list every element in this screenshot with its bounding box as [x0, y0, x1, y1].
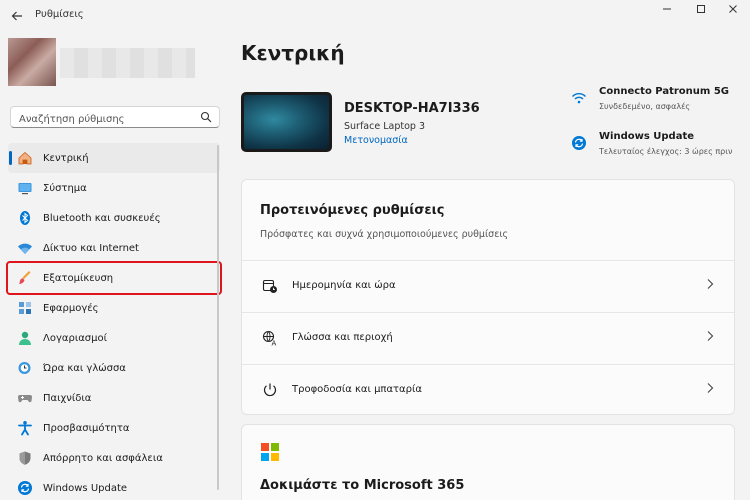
chevron-right-icon — [706, 382, 714, 397]
accessibility-icon — [17, 420, 33, 436]
setting-row-label: Ημερομηνία και ώρα — [292, 280, 396, 291]
sidebar-item-label: Windows Update — [43, 482, 128, 494]
microsoft-logo-icon — [261, 443, 279, 461]
network-name: Connecto Patronum 5G — [599, 86, 729, 97]
update-icon — [17, 480, 33, 496]
avatar[interactable] — [8, 38, 56, 86]
setting-row-date-time[interactable]: Ημερομηνία και ώρα — [242, 260, 734, 312]
sidebar-scrollbar[interactable] — [217, 145, 219, 490]
sidebar-item-accounts[interactable]: Λογαριασμοί — [8, 323, 220, 353]
wifi-icon — [571, 93, 587, 104]
device-model: Surface Laptop 3 — [344, 121, 425, 132]
close-icon — [729, 5, 737, 13]
bluetooth-icon — [17, 210, 33, 226]
sidebar-item-apps[interactable]: Εφαρμογές — [8, 293, 220, 323]
sidebar-item-label: Κεντρική — [43, 152, 89, 164]
sidebar-nav: Κεντρική Σύστημα Bluetooth και συσκευές … — [6, 143, 222, 500]
power-icon — [263, 383, 277, 397]
setting-row-label: Γλώσσα και περιοχή — [292, 332, 393, 343]
update-icon — [572, 136, 586, 150]
chevron-right-icon — [706, 278, 714, 293]
sidebar-item-system[interactable]: Σύστημα — [8, 173, 220, 203]
recommended-settings-card: Προτεινόμενες ρυθμίσεις Πρόσφατες και συ… — [241, 179, 735, 415]
app-title: Ρυθμίσεις — [35, 9, 84, 20]
maximize-icon — [697, 5, 705, 13]
update-last-checked: Τελευταίος έλεγχος: 3 ώρες πριν — [599, 147, 733, 156]
calendar-clock-icon — [262, 279, 277, 293]
rename-link[interactable]: Μετονομασία — [344, 135, 408, 146]
apps-icon — [17, 300, 33, 316]
minimize-button[interactable] — [650, 2, 684, 16]
card-title: Προτεινόμενες ρυθμίσεις — [260, 203, 445, 218]
network-status-text: Συνδεδεμένο, ασφαλές — [599, 102, 691, 111]
sidebar-item-label: Απόρρητο και ασφάλεια — [43, 452, 163, 464]
svg-text:A: A — [272, 340, 277, 347]
sidebar-item-label: Προσβασιμότητα — [43, 422, 130, 434]
globe-clock-icon — [17, 360, 33, 376]
title-bar: Ρυθμίσεις — [0, 0, 750, 32]
sidebar-item-privacy[interactable]: Απόρρητο και ασφάλεια — [8, 443, 220, 473]
device-wallpaper-thumbnail — [241, 92, 332, 152]
card-title: Δοκιμάστε το Microsoft 365 — [260, 478, 465, 493]
shield-icon — [17, 450, 33, 466]
monitor-icon — [17, 180, 33, 196]
maximize-button[interactable] — [684, 2, 718, 16]
sidebar-item-accessibility[interactable]: Προσβασιμότητα — [8, 413, 220, 443]
wifi-icon — [17, 240, 33, 256]
sidebar-item-network[interactable]: Δίκτυο και Internet — [8, 233, 220, 263]
sidebar-item-time-language[interactable]: Ώρα και γλώσσα — [8, 353, 220, 383]
sidebar-item-label: Εφαρμογές — [43, 302, 99, 314]
sidebar-item-label: Παιχνίδια — [43, 392, 92, 404]
page-title: Κεντρική — [241, 41, 345, 65]
account-info-blurred — [60, 48, 195, 78]
active-indicator — [9, 151, 12, 165]
sidebar-item-windows-update[interactable]: Windows Update — [8, 473, 220, 500]
card-subtitle: Πρόσφατες και συχνά χρησιμοποιούμενες ρυ… — [260, 229, 509, 240]
brush-icon — [17, 270, 33, 286]
setting-row-power-battery[interactable]: Τροφοδοσία και μπαταρία — [242, 364, 734, 416]
search-box[interactable] — [10, 106, 220, 130]
person-icon — [17, 330, 33, 346]
back-arrow-icon — [11, 11, 22, 21]
sidebar-item-label: Bluetooth και συσκευές — [43, 212, 161, 224]
sidebar-item-label: Λογαριασμοί — [43, 332, 107, 344]
sidebar-item-personalization[interactable]: Εξατομίκευση — [6, 261, 222, 295]
setting-row-language-region[interactable]: A Γλώσσα και περιοχή — [242, 312, 734, 364]
device-name: DESKTOP-HA7I336 — [344, 101, 480, 116]
close-button[interactable] — [716, 2, 750, 16]
minimize-icon — [663, 8, 671, 10]
search-icon[interactable] — [200, 111, 212, 123]
sidebar-item-bluetooth[interactable]: Bluetooth και συσκευές — [8, 203, 220, 233]
update-title: Windows Update — [599, 131, 695, 142]
sidebar-item-home[interactable]: Κεντρική — [8, 143, 220, 173]
gamepad-icon — [17, 390, 33, 406]
sidebar-item-label: Δίκτυο και Internet — [43, 242, 139, 254]
language-globe-icon: A — [262, 330, 277, 347]
back-button[interactable] — [6, 6, 28, 26]
sidebar-item-label: Εξατομίκευση — [43, 272, 114, 284]
chevron-right-icon — [706, 330, 714, 345]
microsoft-365-card: Δοκιμάστε το Microsoft 365 — [241, 424, 735, 500]
sidebar-item-gaming[interactable]: Παιχνίδια — [8, 383, 220, 413]
sidebar-item-label: Ώρα και γλώσσα — [43, 362, 126, 374]
search-input[interactable] — [11, 109, 191, 130]
setting-row-label: Τροφοδοσία και μπαταρία — [292, 384, 422, 395]
sidebar-item-label: Σύστημα — [43, 182, 87, 194]
home-icon — [17, 150, 33, 166]
